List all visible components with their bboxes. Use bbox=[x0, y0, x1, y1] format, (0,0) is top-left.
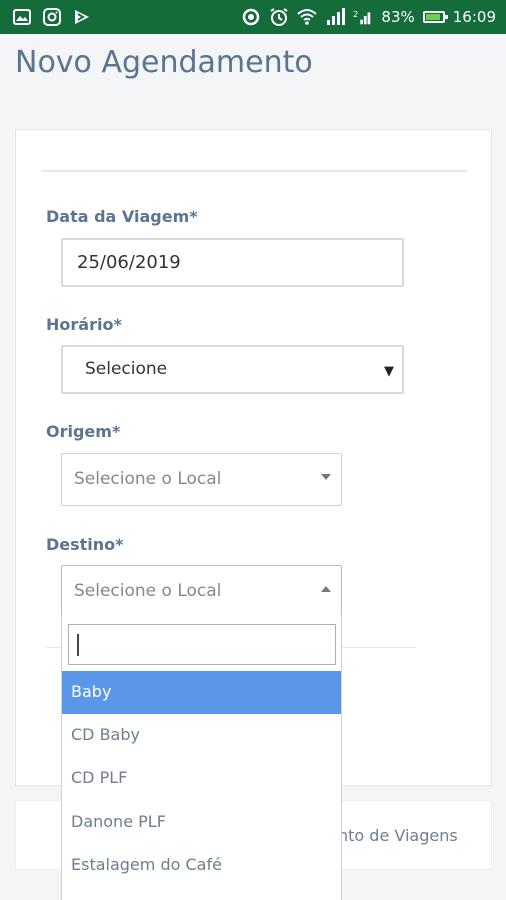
origem-label: Origem* bbox=[46, 422, 121, 441]
date-field[interactable]: 25/06/2019 bbox=[61, 238, 404, 287]
origem-select[interactable]: Selecione o Local bbox=[61, 453, 342, 506]
text-cursor bbox=[77, 634, 79, 656]
dropdown-arrow-icon: ▼ bbox=[384, 364, 394, 379]
dropdown-option[interactable]: CD Baby bbox=[62, 714, 341, 757]
dropdown-option[interactable]: Baby bbox=[62, 671, 341, 714]
dropdown-option[interactable]: Estalagem do Café bbox=[62, 844, 341, 887]
status-bar: 2 83% 16:09 bbox=[0, 0, 506, 34]
sync-icon bbox=[241, 7, 261, 27]
destino-placeholder: Selecione o Local bbox=[74, 581, 222, 601]
gallery-icon bbox=[12, 7, 32, 27]
data-label: Data da Viagem* bbox=[46, 207, 198, 226]
battery-icon bbox=[422, 11, 448, 23]
instagram-icon bbox=[42, 7, 62, 27]
chevron-up-icon bbox=[321, 586, 331, 592]
page-title: Novo Agendamento bbox=[15, 45, 313, 80]
wifi-icon bbox=[297, 7, 318, 27]
date-value: 25/06/2019 bbox=[77, 252, 181, 273]
battery-percent: 83% bbox=[381, 8, 415, 26]
clock: 16:09 bbox=[452, 8, 496, 26]
bottom-link[interactable]: nto de Viagens bbox=[338, 826, 458, 845]
svg-text:2: 2 bbox=[353, 9, 358, 19]
alarm-icon bbox=[269, 7, 289, 27]
dropdown-search-input[interactable] bbox=[68, 624, 336, 665]
horario-value: Selecione bbox=[85, 359, 168, 379]
dropdown-option[interactable]: CD PLF bbox=[62, 757, 341, 800]
dropdown-option[interactable]: Danone PLF bbox=[62, 801, 341, 844]
destino-select[interactable]: Selecione o Local bbox=[61, 565, 342, 617]
divider bbox=[41, 170, 467, 172]
horario-label: Horário* bbox=[46, 315, 122, 334]
flag-icon bbox=[72, 7, 92, 27]
horario-select[interactable]: Selecione ▼ bbox=[61, 345, 404, 394]
sim2-signal-icon: 2 bbox=[353, 7, 373, 27]
destino-label: Destino* bbox=[46, 535, 124, 554]
chevron-down-icon bbox=[321, 474, 331, 480]
signal-icon bbox=[325, 7, 346, 27]
origem-placeholder: Selecione o Local bbox=[74, 469, 222, 489]
destino-dropdown: Baby CD Baby CD PLF Danone PLF Estalagem… bbox=[61, 616, 342, 900]
